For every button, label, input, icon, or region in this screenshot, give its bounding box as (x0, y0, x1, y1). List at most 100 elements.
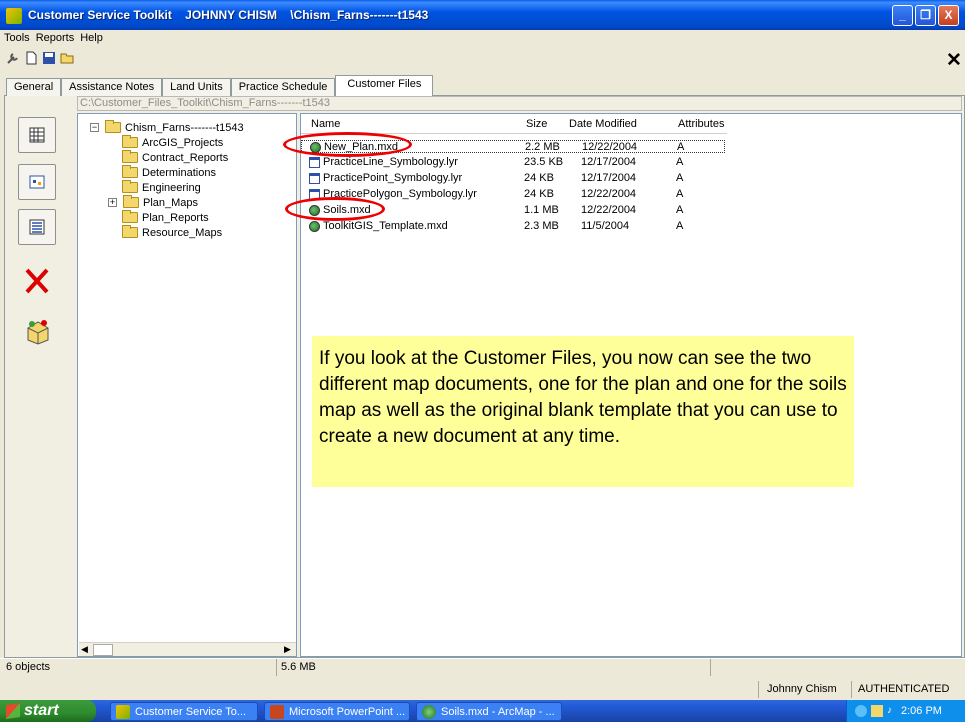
file-date: 11/5/2004 (581, 220, 630, 232)
path-field[interactable]: C:\Customer_Files_Toolkit\Chism_Farns---… (77, 96, 962, 111)
expand-icon[interactable]: + (108, 198, 117, 207)
task-label: Soils.mxd - ArcMap - ... (441, 706, 555, 718)
network-icon[interactable] (855, 705, 867, 717)
scroll-left-icon[interactable]: ◀ (81, 644, 88, 655)
folder-tree: − Chism_Farns-------t1543 ArcGIS_Project… (77, 113, 297, 657)
session-bar: Johnny Chism AUTHENTICATED (0, 681, 965, 698)
scroll-thumb[interactable] (93, 644, 113, 656)
speaker-icon[interactable]: ♪ (887, 705, 897, 717)
tree-root[interactable]: − Chism_Farns-------t1543 (90, 120, 244, 135)
tree-item-contract-reports[interactable]: Contract_Reports (122, 150, 228, 165)
file-date: 12/22/2004 (581, 204, 637, 216)
tree-item-label: ArcGIS_Projects (142, 136, 224, 149)
toolbar (0, 48, 965, 70)
status-bar: 6 objects 5.6 MB (0, 658, 965, 676)
powerpoint-icon (270, 705, 284, 719)
tab-general[interactable]: General (6, 78, 62, 96)
file-attr: A (676, 204, 684, 216)
tree-item-determinations[interactable]: Determinations (122, 165, 216, 180)
tree-item-resource-maps[interactable]: Resource_Maps (122, 225, 222, 240)
highlight-ring-soils (285, 197, 385, 221)
layer-file-icon (309, 173, 320, 184)
tree-item-plan-reports[interactable]: Plan_Reports (122, 210, 209, 225)
shield-icon[interactable] (871, 705, 883, 717)
map-folder-button[interactable] (18, 164, 56, 200)
title-bar[interactable]: Customer Service Toolkit JOHNNY CHISM \C… (0, 0, 965, 30)
status-empty (710, 659, 965, 676)
file-attr: A (676, 188, 684, 200)
tree-root-label: Chism_Farns-------t1543 (125, 121, 244, 134)
tree-item-label: Contract_Reports (142, 151, 229, 164)
file-size: 1.1 MB (524, 204, 559, 216)
wrench-icon[interactable] (6, 51, 20, 65)
save-icon[interactable] (42, 51, 56, 65)
file-size: 23.5 KB (524, 156, 564, 168)
toolbox-icon (27, 320, 49, 345)
open-folder-icon[interactable] (60, 51, 74, 65)
grid-view-icon (29, 127, 45, 143)
folder-icon (123, 195, 139, 208)
window-title: Customer Service Toolkit JOHNNY CHISM \C… (28, 8, 429, 22)
grid-view-button[interactable] (18, 117, 56, 153)
menu-reports[interactable]: Reports (36, 30, 75, 47)
file-attr: A (677, 141, 685, 153)
new-file-icon[interactable] (24, 51, 38, 65)
start-label: start (24, 702, 59, 719)
tree-item-plan-maps[interactable]: + Plan_Maps (108, 195, 198, 210)
file-size: 24 KB (524, 172, 554, 184)
tab-practice-schedule[interactable]: Practice Schedule (230, 78, 336, 96)
file-name: ToolkitGIS_Template.mxd (323, 220, 448, 232)
column-name[interactable]: Name (311, 114, 340, 132)
tree-item-label: Determinations (142, 166, 216, 179)
file-date: 12/17/2004 (581, 156, 637, 168)
file-row-practiceline[interactable]: PracticeLine_Symbology.lyr 23.5 KB 12/17… (301, 156, 731, 169)
file-date: 12/22/2004 (581, 188, 637, 200)
folder-icon (122, 135, 138, 148)
system-tray: ♪ 2:06 PM (846, 700, 965, 722)
folder-map-icon (29, 175, 45, 189)
file-row-practicepoint[interactable]: PracticePoint_Symbology.lyr 24 KB 12/17/… (301, 172, 731, 185)
close-window-button[interactable]: X (938, 5, 959, 26)
column-size[interactable]: Size (526, 114, 547, 132)
tree-item-label: Engineering (142, 181, 201, 194)
folder-icon (122, 165, 138, 178)
maximize-button[interactable]: ❐ (915, 5, 936, 26)
tree-horizontal-scrollbar[interactable]: ◀ ▶ (79, 642, 296, 656)
file-name: PracticeLine_Symbology.lyr (323, 156, 458, 168)
list-view-button[interactable] (18, 209, 56, 245)
menu-help[interactable]: Help (80, 30, 103, 47)
toolbox-button[interactable] (18, 313, 56, 349)
file-size: 24 KB (524, 188, 554, 200)
status-user: Johnny Chism (758, 681, 851, 698)
task-powerpoint[interactable]: Microsoft PowerPoint ... (264, 702, 410, 721)
folder-icon (122, 225, 138, 238)
close-icon[interactable]: ✕ (946, 49, 962, 72)
column-attributes[interactable]: Attributes (678, 114, 724, 132)
status-total-size: 5.6 MB (276, 659, 710, 676)
file-date: 12/22/2004 (582, 141, 638, 153)
minimize-button[interactable]: _ (892, 5, 913, 26)
taskbar: start Customer Service To... Microsoft P… (0, 700, 965, 722)
task-arcmap[interactable]: Soils.mxd - ArcMap - ... (416, 702, 562, 721)
start-button[interactable]: start (0, 700, 96, 722)
clock: 2:06 PM (901, 705, 942, 717)
tree-item-label: Plan_Maps (143, 196, 199, 209)
delete-x-icon (25, 268, 49, 294)
menu-tools[interactable]: Tools (4, 30, 30, 47)
tree-item-engineering[interactable]: Engineering (122, 180, 201, 195)
menu-bar: Tools Reports Help (0, 30, 965, 47)
file-row-template[interactable]: ToolkitGIS_Template.mxd 2.3 MB 11/5/2004… (301, 220, 731, 233)
tab-customer-files[interactable]: Customer Files (335, 75, 434, 96)
tab-assistance-notes[interactable]: Assistance Notes (61, 78, 163, 96)
collapse-icon[interactable]: − (90, 123, 99, 132)
tab-strip: General Assistance Notes Land Units Prac… (6, 75, 434, 96)
folder-icon (122, 180, 138, 193)
task-customer-service[interactable]: Customer Service To... (110, 702, 258, 721)
delete-button[interactable] (18, 263, 56, 299)
column-date-modified[interactable]: Date Modified (569, 114, 637, 132)
layer-file-icon (309, 157, 320, 168)
tree-item-arcgis-projects[interactable]: ArcGIS_Projects (122, 135, 223, 150)
map-document-icon (309, 221, 320, 232)
tab-land-units[interactable]: Land Units (162, 78, 231, 96)
scroll-right-icon[interactable]: ▶ (284, 644, 291, 655)
